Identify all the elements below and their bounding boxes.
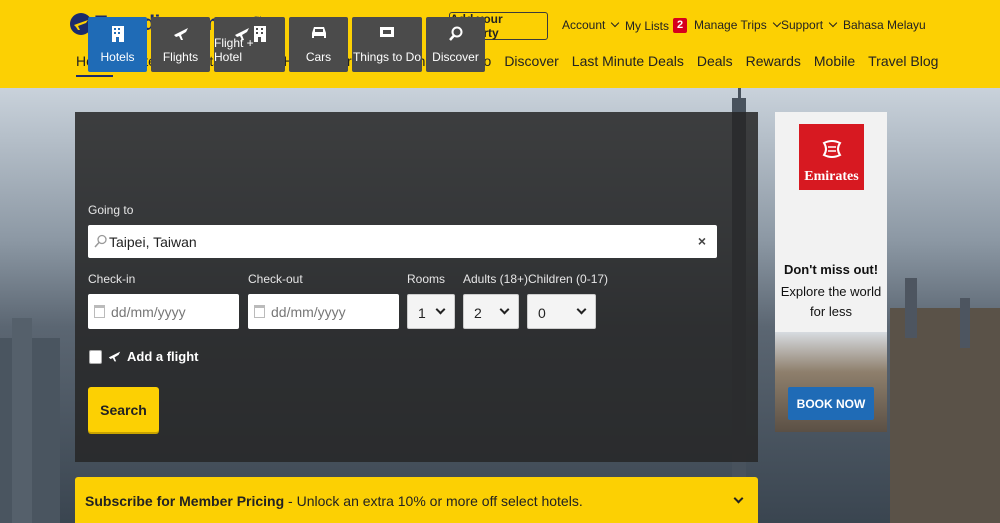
tab-things-to-do-label: Things to Do	[352, 50, 422, 64]
tab-things-to-do[interactable]: Things to Do	[352, 17, 422, 72]
nav-deals[interactable]: Deals	[697, 53, 733, 77]
clear-icon[interactable]: ×	[698, 233, 706, 249]
add-flight-checkbox[interactable]	[89, 350, 102, 364]
account-label: Account	[562, 18, 606, 32]
checkin-input[interactable]: dd/mm/yyyy	[88, 294, 239, 329]
subscribe-text: Subscribe for Member Pricing - Unlock an…	[85, 493, 583, 509]
account-menu[interactable]: Account	[562, 18, 620, 32]
city-district	[890, 308, 1000, 523]
emirates-logo: Emirates	[799, 124, 864, 190]
my-lists-link[interactable]: My Lists 2	[625, 18, 688, 33]
my-lists-count-badge: 2	[673, 18, 688, 33]
city-building	[905, 278, 917, 338]
nav-travel-blog[interactable]: Travel Blog	[868, 53, 938, 77]
checkin-placeholder: dd/mm/yyyy	[111, 304, 186, 320]
children-value: 0	[538, 305, 546, 321]
children-select[interactable]: 0	[527, 294, 596, 329]
ticket-icon	[379, 26, 395, 38]
chevron-down-icon	[828, 18, 838, 28]
subscribe-banner[interactable]: Subscribe for Member Pricing - Unlock an…	[75, 477, 758, 523]
car-icon	[311, 26, 327, 40]
plane-icon	[173, 26, 189, 42]
emirates-brand: Emirates	[804, 169, 859, 184]
chevron-down-icon	[611, 18, 620, 28]
search-panel	[75, 112, 758, 462]
ad-subline: Explore the world for less	[780, 284, 882, 319]
hotel-icon	[111, 26, 125, 42]
my-lists-label: My Lists	[625, 18, 670, 33]
manage-trips-menu[interactable]: Manage Trips	[694, 18, 781, 32]
plane-icon	[108, 351, 121, 362]
city-building	[12, 318, 32, 523]
add-flight-label: Add a flight	[127, 349, 199, 364]
search-icon	[448, 26, 464, 42]
nav-last-minute-deals[interactable]: Last Minute Deals	[572, 53, 684, 77]
tab-cars[interactable]: Cars	[289, 17, 348, 72]
chevron-down-icon	[576, 304, 587, 315]
going-to-value: Taipei, Taiwan	[109, 234, 197, 250]
nav-discover[interactable]: Discover	[504, 53, 558, 77]
calendar-icon	[94, 305, 105, 318]
tab-flights-label: Flights	[162, 50, 199, 64]
tab-cars-label: Cars	[305, 50, 332, 64]
ad-headline: Don't miss out!	[783, 262, 879, 277]
add-flight-option[interactable]: Add a flight	[108, 349, 199, 364]
site-header: Expedia.com.my ™ Add your property Accou…	[0, 0, 1000, 88]
going-to-input[interactable]: Taipei, Taiwan ×	[88, 225, 717, 258]
chevron-down-icon	[435, 304, 446, 315]
rooms-select[interactable]: 1	[407, 294, 455, 329]
nav-mobile[interactable]: Mobile	[814, 53, 855, 77]
checkout-label: Check-out	[248, 272, 303, 286]
book-now-button[interactable]: BOOK NOW	[788, 387, 874, 420]
emirates-ad[interactable]: Emirates Don't miss out! Explore the wor…	[775, 112, 887, 432]
calendar-icon	[254, 305, 265, 318]
language-link[interactable]: Bahasa Melayu	[843, 18, 926, 32]
support-menu[interactable]: Support	[781, 18, 838, 32]
search-button[interactable]: Search	[88, 387, 159, 432]
children-label: Children (0-17)	[528, 272, 609, 286]
rooms-value: 1	[418, 305, 426, 321]
subscribe-bold: Subscribe for Member Pricing	[85, 493, 285, 509]
tab-discover-label: Discover	[432, 50, 479, 64]
tab-flight-hotel[interactable]: Flight + Hotel	[214, 17, 285, 72]
tab-discover[interactable]: Discover	[426, 17, 485, 72]
search-icon	[94, 234, 107, 248]
tab-flights[interactable]: Flights	[151, 17, 210, 72]
tab-hotels[interactable]: Hotels	[88, 17, 147, 72]
going-to-label: Going to	[88, 203, 134, 217]
tab-hotels-label: Hotels	[100, 50, 135, 64]
adults-select[interactable]: 2	[463, 294, 519, 329]
plane-hotel-icon	[234, 26, 266, 42]
checkin-label: Check-in	[88, 272, 136, 286]
language-label: Bahasa Melayu	[843, 18, 926, 32]
manage-trips-label: Manage Trips	[694, 18, 767, 32]
nav-rewards[interactable]: Rewards	[746, 53, 801, 77]
chevron-down-icon	[499, 304, 510, 315]
adults-label: Adults (18+)	[463, 272, 529, 286]
chevron-down-icon[interactable]	[733, 493, 744, 504]
subscribe-rest: - Unlock an extra 10% or more off select…	[284, 493, 583, 509]
checkout-input[interactable]: dd/mm/yyyy	[248, 294, 399, 329]
chevron-down-icon	[772, 18, 781, 28]
adults-value: 2	[474, 305, 482, 321]
city-building	[960, 298, 970, 348]
support-label: Support	[781, 18, 824, 32]
rooms-label: Rooms	[407, 272, 446, 286]
emirates-emblem-icon	[822, 140, 841, 158]
city-spire	[738, 88, 741, 108]
checkout-placeholder: dd/mm/yyyy	[271, 304, 346, 320]
